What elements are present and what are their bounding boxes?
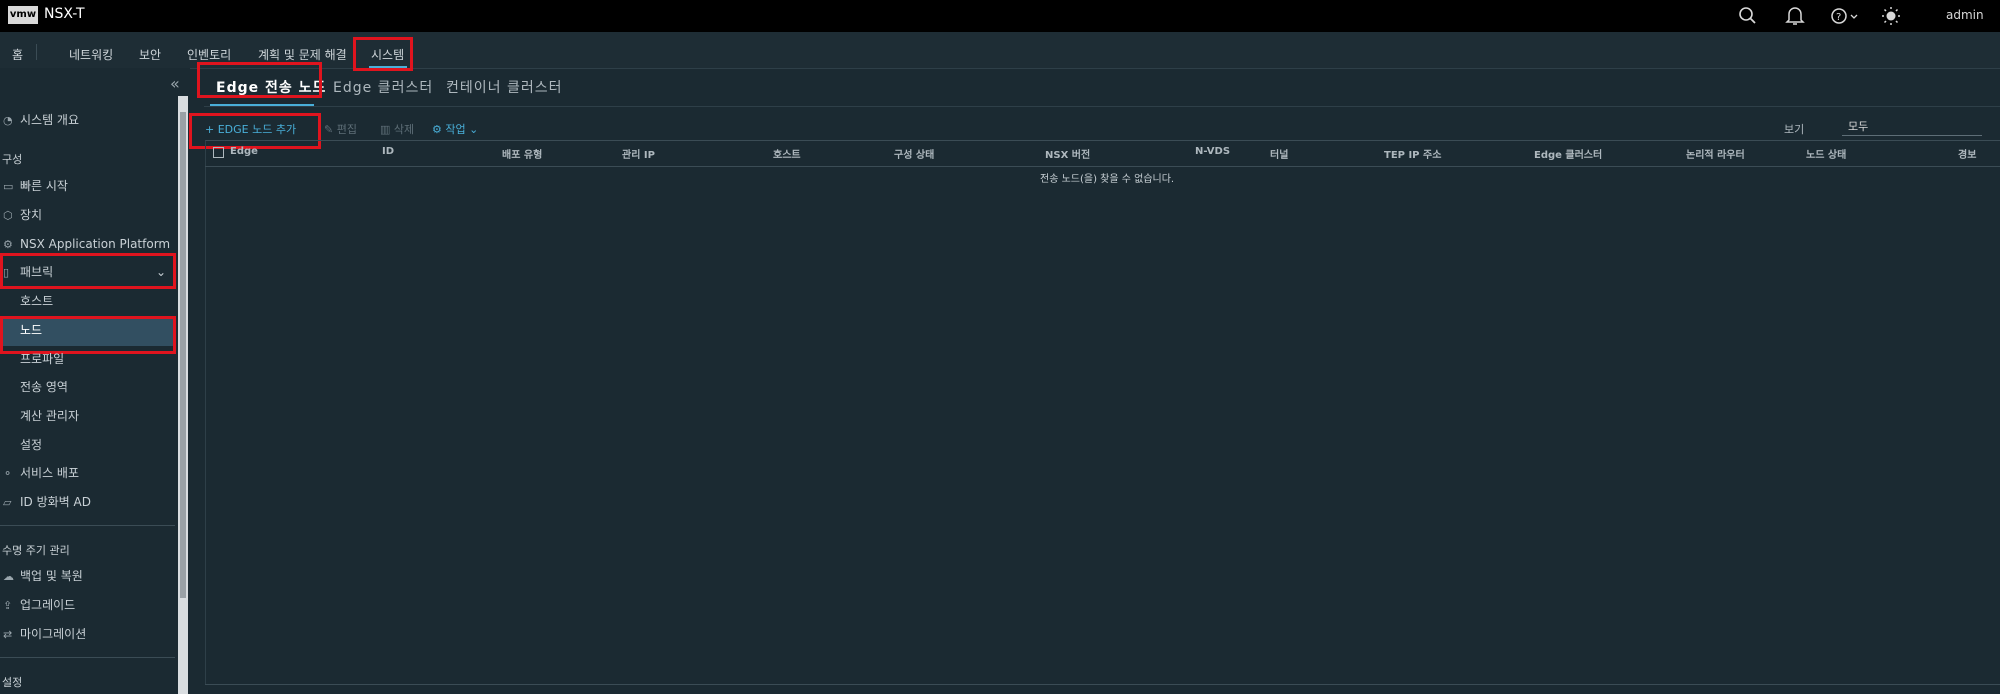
- cube-icon: ⬡: [3, 209, 13, 222]
- sidebar-item-compute-managers[interactable]: 계산 관리자: [20, 406, 79, 426]
- nav-networking[interactable]: 네트워킹: [69, 46, 113, 63]
- column-id[interactable]: ID: [382, 146, 394, 157]
- sidebar-item-label: 서비스 배포: [20, 466, 80, 480]
- pencil-icon: ✎: [324, 123, 334, 136]
- edge-nodes-table: [205, 140, 2000, 685]
- add-edge-node-button[interactable]: + EDGE 노드 추가: [205, 121, 296, 137]
- nav-inventory[interactable]: 인벤토리: [187, 46, 231, 63]
- service-icon: ⚬: [3, 467, 13, 480]
- sidebar-item-label: NSX Application Platform: [20, 237, 171, 251]
- column-host[interactable]: 호스트: [773, 146, 801, 161]
- actions-button-label: 작업: [445, 123, 466, 136]
- gauge-icon: ◔: [3, 114, 13, 127]
- help-icon[interactable]: ?: [1830, 6, 1860, 26]
- table-footer-line: [205, 684, 2000, 685]
- delete-button-label: 삭제: [393, 123, 415, 136]
- vmware-logo: vmw: [8, 6, 38, 24]
- tab-active-indicator: [210, 104, 314, 106]
- cloud-icon: ☁: [3, 570, 14, 583]
- quickstart-icon: ▭: [3, 180, 14, 193]
- sidebar-item-label: 시스템 개요: [20, 113, 80, 127]
- tab-container-clusters[interactable]: 컨테이너 클러스터: [446, 77, 563, 97]
- chevron-down-icon: ⌄: [469, 123, 479, 136]
- user-menu[interactable]: admin: [1946, 8, 1984, 22]
- sidebar-section-lifecycle: 수명 주기 관리: [2, 544, 70, 557]
- sidebar-scroll-thumb[interactable]: [180, 112, 186, 598]
- column-deploy-type[interactable]: 배포 유형: [502, 146, 542, 161]
- theme-sun-icon[interactable]: [1880, 6, 1902, 26]
- actions-button[interactable]: ⚙ 작업 ⌄: [432, 121, 478, 137]
- tab-edge-transport-nodes[interactable]: Edge 전송 노드: [216, 77, 326, 97]
- sidebar-item-idfw-ad[interactable]: ▱ ID 방화벽 AD: [0, 492, 91, 512]
- select-all-checkbox[interactable]: [213, 147, 224, 158]
- nav-plan-troubleshoot[interactable]: 계획 및 문제 해결: [258, 46, 347, 63]
- column-tunnel[interactable]: 터널: [1270, 146, 1288, 161]
- sidebar-item-upgrade[interactable]: ⇪ 업그레이드: [0, 595, 75, 615]
- sidebar-item-fabric-settings[interactable]: 설정: [20, 435, 42, 455]
- nav-divider: [36, 44, 37, 60]
- sidebar-item-migration[interactable]: ⇄ 마이그레이션: [0, 624, 86, 644]
- sidebar-item-label: 장치: [20, 208, 43, 222]
- table-empty-message: 전송 노드(을) 찾을 수 없습니다.: [1040, 174, 1175, 185]
- bell-icon[interactable]: [1784, 6, 1806, 26]
- sidebar-item-label: 마이그레이션: [20, 627, 87, 641]
- edit-button-label: 편집: [336, 123, 357, 136]
- sidebar-divider: [0, 525, 175, 526]
- sidebar-item-backup-restore[interactable]: ☁ 백업 및 복원: [0, 566, 83, 586]
- top-header: vmw NSX-T ? admin: [0, 0, 2000, 32]
- sidebar-item-nodes[interactable]: 노드: [20, 320, 42, 340]
- sidebar-item-nsx-app-platform[interactable]: ⚙ NSX Application Platform: [0, 234, 170, 254]
- edit-button[interactable]: ✎ 편집: [324, 121, 357, 137]
- column-node-status[interactable]: 노드 상태: [1806, 146, 1846, 161]
- view-filter-label: 보기: [1784, 123, 1805, 136]
- folder-icon: ▱: [3, 496, 12, 509]
- column-nsx-version[interactable]: NSX 버전: [1045, 146, 1090, 161]
- sidebar-item-label: 빠른 시작: [20, 179, 68, 193]
- sidebar-item-overview[interactable]: ◔ 시스템 개요: [0, 110, 79, 130]
- sidebar-item-label: 백업 및 복원: [20, 569, 83, 583]
- column-nvds[interactable]: N-VDS: [1195, 146, 1230, 157]
- sidebar-divider: [0, 657, 175, 658]
- nav-system[interactable]: 시스템: [371, 46, 404, 63]
- sidebar-item-hosts[interactable]: 호스트: [20, 291, 53, 311]
- sidebar-item-label: ID 방화벽 AD: [20, 495, 91, 509]
- collapse-sidebar-icon[interactable]: «: [170, 74, 180, 93]
- column-mgmt-ip[interactable]: 관리 IP: [622, 146, 655, 161]
- app-title: NSX-T: [44, 6, 85, 22]
- sidebar-item-profiles[interactable]: 프로파일: [20, 349, 64, 369]
- delete-button[interactable]: ▥ 삭제: [380, 121, 414, 137]
- sidebar-item-service-deployment[interactable]: ⚬ 서비스 배포: [0, 463, 79, 483]
- column-edge-cluster[interactable]: Edge 클러스터: [1534, 146, 1602, 161]
- sidebar-item-label: 패브릭: [20, 265, 54, 279]
- server-icon: ▯: [3, 266, 10, 279]
- gear-icon: ⚙: [432, 123, 442, 136]
- column-logical-router[interactable]: 논리적 라우터: [1686, 146, 1745, 161]
- content-tabs: Edge 전송 노드 Edge 클러스터 컨테이너 클러스터: [204, 68, 2000, 107]
- nav-home[interactable]: 홈: [12, 46, 23, 63]
- sidebar-item-quickstart[interactable]: ▭ 빠른 시작: [0, 176, 68, 196]
- trash-icon: ▥: [380, 123, 391, 136]
- column-edge[interactable]: Edge: [230, 146, 258, 157]
- column-tep-ip[interactable]: TEP IP 주소: [1384, 146, 1441, 161]
- sidebar-item-transport-zones[interactable]: 전송 영역: [20, 377, 68, 397]
- sidebar-item-label: 업그레이드: [20, 598, 76, 612]
- nav-security[interactable]: 보안: [139, 46, 161, 63]
- main-nav: 홈 네트워킹 보안 인벤토리 계획 및 문제 해결 시스템: [0, 32, 2000, 69]
- sidebar-item-fabric[interactable]: ▯ 패브릭 ⌄: [0, 262, 172, 282]
- column-config-state[interactable]: 구성 상태: [894, 146, 934, 161]
- sidebar-item-appliances[interactable]: ⬡ 장치: [0, 205, 42, 225]
- migrate-icon: ⇄: [3, 628, 13, 641]
- chevron-down-icon: ⌄: [156, 265, 167, 279]
- svg-text:?: ?: [1836, 12, 1841, 23]
- tab-edge-clusters[interactable]: Edge 클러스터: [333, 77, 433, 97]
- search-icon[interactable]: [1737, 6, 1759, 26]
- upgrade-icon: ⇪: [3, 599, 13, 612]
- sidebar-section-config: 구성: [2, 153, 23, 166]
- gear-icon: ⚙: [3, 238, 13, 251]
- sidebar-section-settings: 설정: [2, 676, 23, 689]
- column-alarms[interactable]: 경보: [1958, 146, 1976, 161]
- view-filter-select[interactable]: 모두: [1842, 118, 1982, 136]
